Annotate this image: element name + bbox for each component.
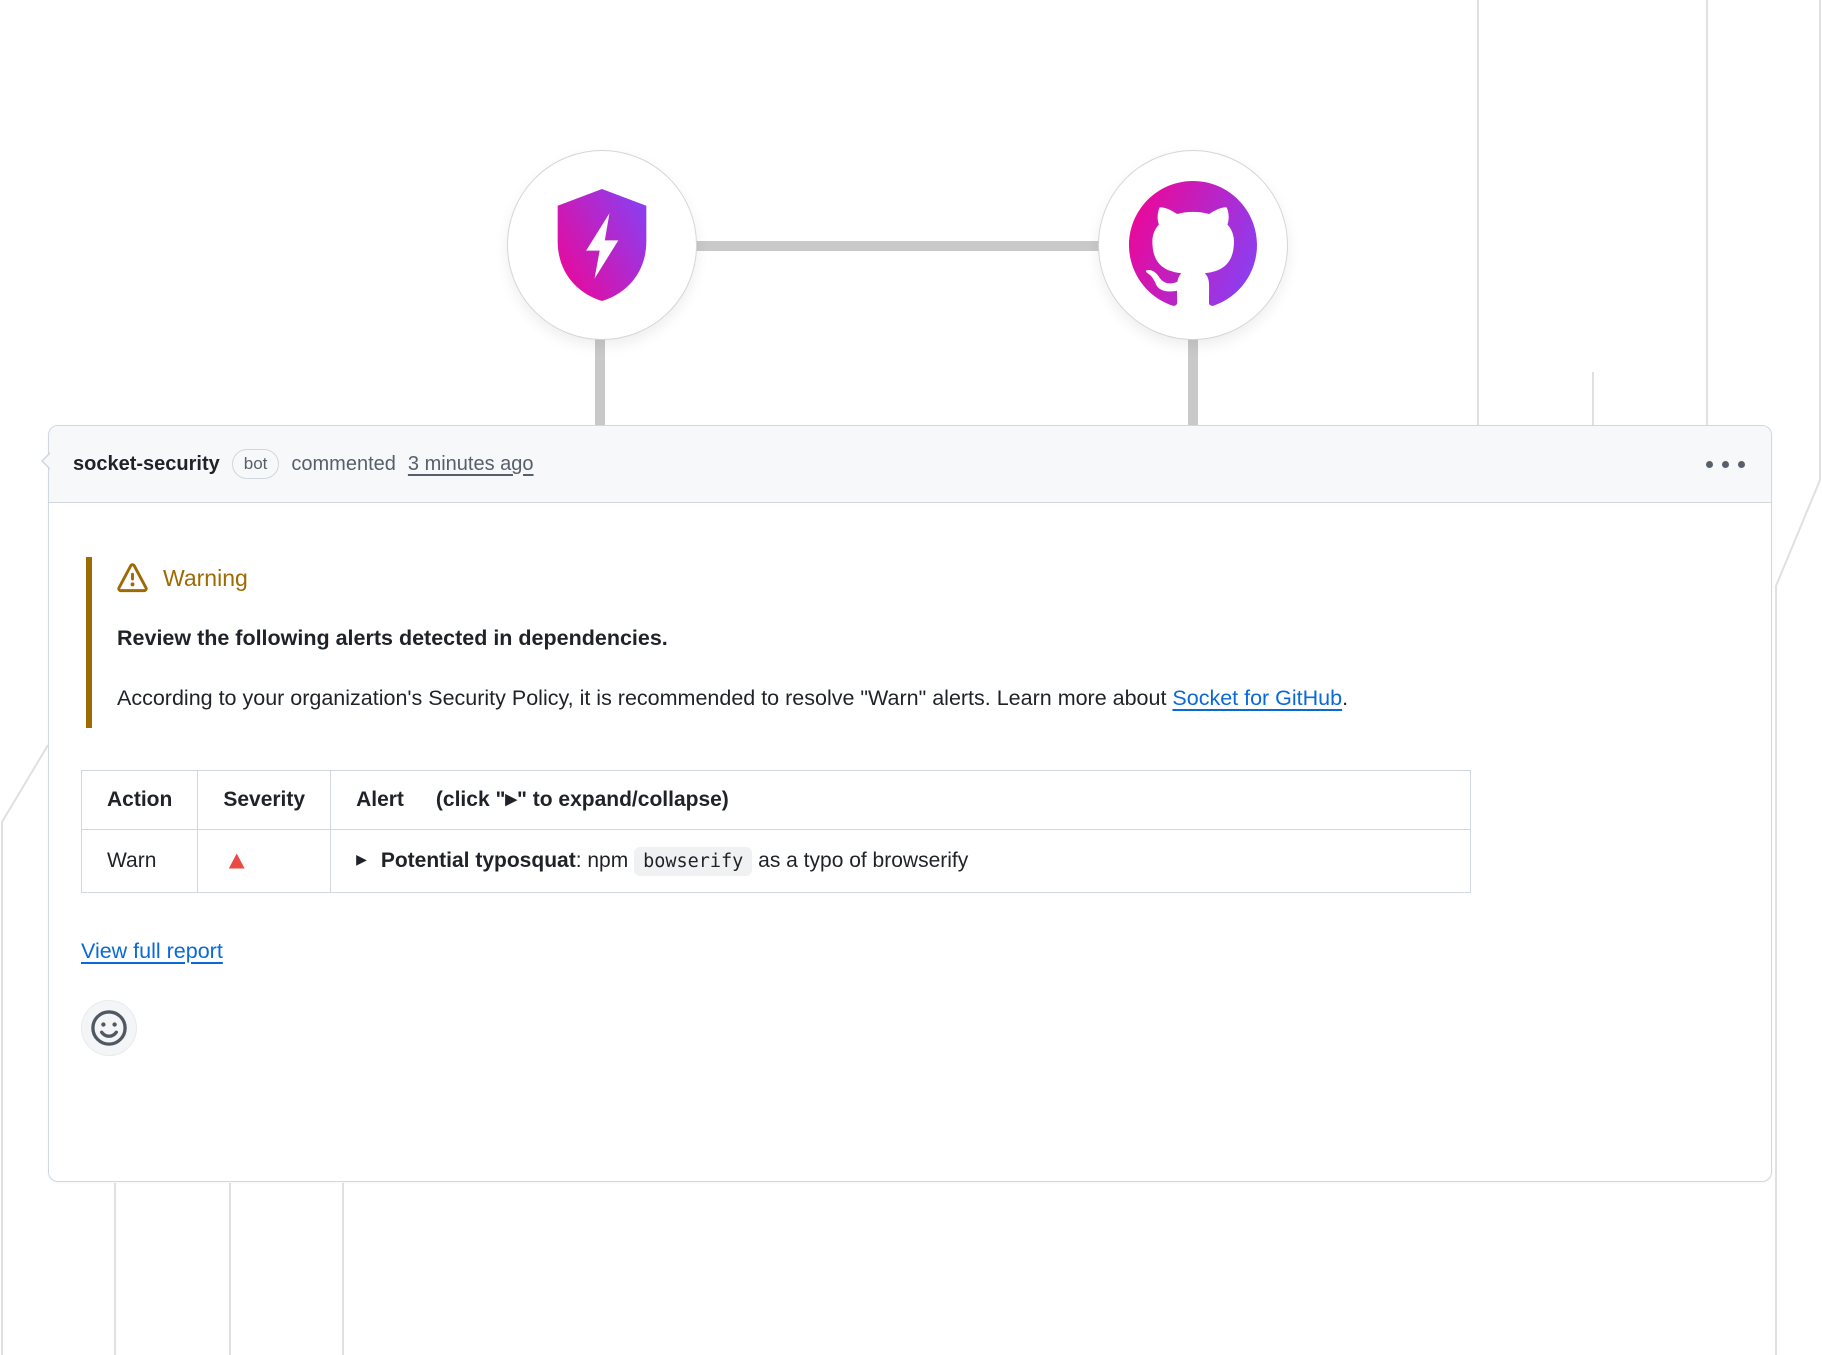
- alerts-table-header-row: Action Severity Alert (click "▶" to expan…: [82, 770, 1471, 829]
- warning-paragraph: According to your organization's Securit…: [117, 679, 1647, 718]
- commented-text: commented: [291, 453, 396, 476]
- comment-card: socket-security bot commented 3 minutes …: [48, 425, 1772, 1182]
- alert-mid-text: : npm: [576, 849, 634, 872]
- alert-rest-text: as a typo of browserify: [752, 849, 968, 872]
- kebab-menu-icon[interactable]: [1704, 453, 1747, 476]
- page: socket-security bot commented 3 minutes …: [0, 0, 1822, 1355]
- col-severity: Severity: [198, 770, 331, 829]
- alert-row: Warn ▲ ▶ Potential typosquat: npm bowseri…: [82, 829, 1471, 892]
- warning-text-prefix: According to your organization's Securit…: [117, 686, 1172, 710]
- comment-header: socket-security bot commented 3 minutes …: [49, 426, 1771, 503]
- warning-heading: Review the following alerts detected in …: [117, 626, 1739, 651]
- alert-detail-cell[interactable]: ▶ Potential typosquat: npm bowserify as a…: [331, 829, 1471, 892]
- socket-for-github-link[interactable]: Socket for GitHub: [1172, 686, 1342, 710]
- col-alert-hint: (click "▶" to expand/collapse): [436, 788, 729, 811]
- comment-body: Warning Review the following alerts dete…: [49, 503, 1771, 1086]
- alert-name: Potential typosquat: [381, 849, 576, 872]
- github-avatar: [1098, 150, 1288, 340]
- warning-text-suffix: .: [1342, 686, 1348, 710]
- alert-action-cell: Warn: [82, 829, 198, 892]
- add-reaction-button[interactable]: [81, 1000, 137, 1056]
- bot-badge: bot: [232, 449, 280, 479]
- comment-author[interactable]: socket-security: [73, 453, 220, 476]
- col-alert-label: Alert: [356, 788, 404, 811]
- warning-label: Warning: [163, 565, 248, 592]
- col-alert: Alert (click "▶" to expand/collapse): [331, 770, 1471, 829]
- smiley-emoji-icon: [88, 1007, 130, 1049]
- red-triangle-icon: ▲: [223, 847, 250, 873]
- package-code-chip: bowserify: [634, 847, 752, 876]
- github-octocat-icon: [1129, 181, 1257, 309]
- col-action: Action: [82, 770, 198, 829]
- alerts-table: Action Severity Alert (click "▶" to expan…: [81, 770, 1471, 893]
- row-expander-icon[interactable]: ▶: [356, 851, 367, 867]
- alert-severity-cell: ▲: [198, 829, 331, 892]
- timestamp-link[interactable]: 3 minutes ago: [408, 453, 534, 476]
- socket-avatar: [507, 150, 697, 340]
- shield-lightning-icon: [546, 183, 658, 307]
- warning-triangle-icon: [117, 563, 148, 594]
- warning-title: Warning: [117, 563, 1739, 594]
- warning-blockquote: Warning Review the following alerts dete…: [86, 557, 1739, 728]
- view-full-report-link[interactable]: View full report: [81, 939, 223, 964]
- expand-triangle-icon: ▶: [505, 791, 517, 808]
